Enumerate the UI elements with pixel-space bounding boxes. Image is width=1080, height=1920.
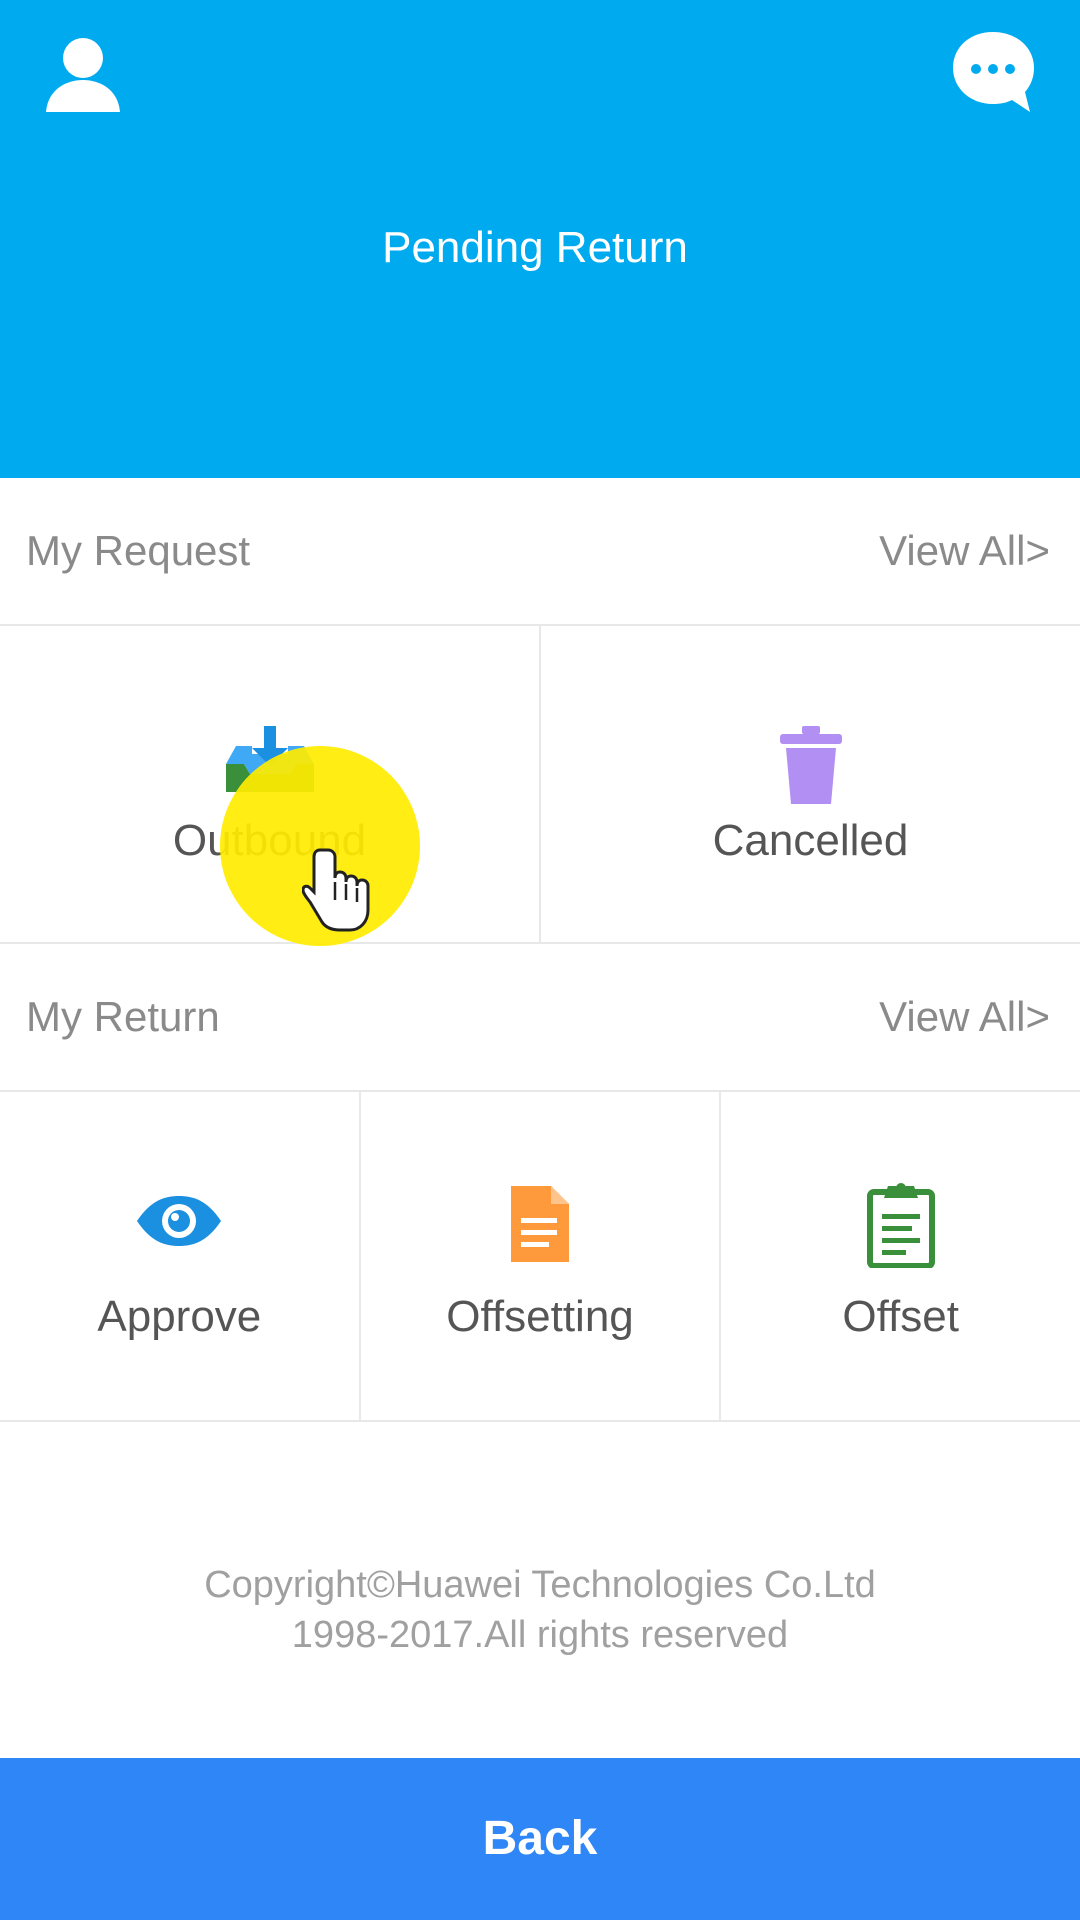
chat-bubble-icon[interactable]: [948, 26, 1038, 116]
clipboard-icon: [866, 1182, 936, 1273]
outbound-tile[interactable]: Outbound: [0, 626, 539, 942]
approve-tile[interactable]: Approve: [0, 1092, 359, 1420]
my-return-tiles: Approve Offsetting Offset: [0, 1092, 1080, 1422]
eye-icon: [135, 1194, 223, 1253]
my-return-label: My Return: [26, 993, 220, 1040]
offsetting-label: Offsetting: [446, 1292, 634, 1341]
user-profile-icon[interactable]: [38, 28, 128, 118]
my-return-header: My Return View All>: [0, 944, 1080, 1092]
my-request-tiles: Outbound Cancelled: [0, 626, 1080, 944]
cancelled-tile[interactable]: Cancelled: [539, 626, 1080, 942]
outbound-label: Outbound: [172, 816, 367, 865]
copyright-line-2: 1998-2017.All rights reserved: [291, 1614, 789, 1656]
page-title: Pending Return: [382, 223, 688, 272]
my-request-view-all-link[interactable]: View All>: [879, 478, 1050, 624]
trash-icon: [778, 726, 844, 811]
back-button[interactable]: Back: [0, 1758, 1080, 1920]
approve-label: Approve: [97, 1292, 262, 1341]
download-tray-icon: [224, 726, 316, 801]
document-icon: [509, 1184, 571, 1269]
copyright-line-1: Copyright©Huawei Technologies Co.Ltd: [204, 1564, 876, 1606]
offset-tile[interactable]: Offset: [719, 1092, 1080, 1420]
offset-label: Offset: [842, 1292, 959, 1341]
header-bar: Pending Return: [0, 0, 1080, 478]
my-return-view-all-link[interactable]: View All>: [879, 944, 1050, 1090]
my-request-header: My Request View All>: [0, 478, 1080, 626]
app-screen: Pending Return My Request View All> Outb…: [0, 0, 1080, 1920]
cancelled-label: Cancelled: [712, 816, 909, 865]
copyright-text: Copyright©Huawei Technologies Co.Ltd 199…: [0, 1560, 1080, 1660]
my-request-label: My Request: [26, 527, 251, 574]
offsetting-tile[interactable]: Offsetting: [358, 1092, 720, 1420]
